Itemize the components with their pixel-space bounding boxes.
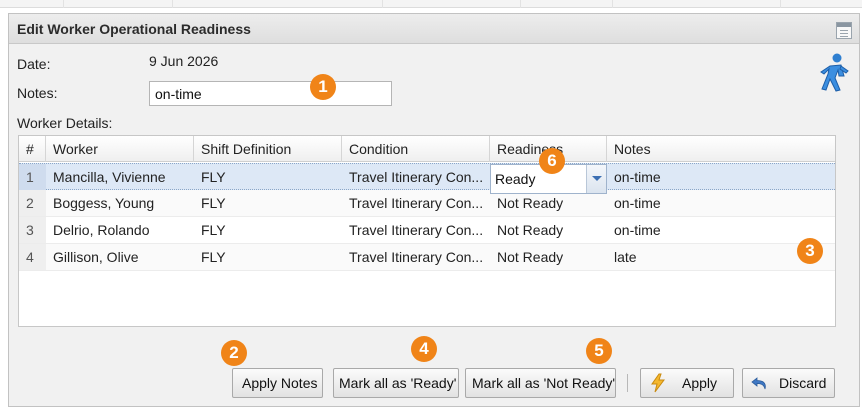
readiness-cell[interactable]: Not Ready (490, 244, 607, 270)
mark-all-not-ready-label: Mark all as 'Not Ready' (472, 375, 616, 391)
readiness-editor-value: Ready (495, 171, 536, 187)
worker-grid: # Worker Shift Definition Condition Read… (18, 135, 836, 327)
apply-button[interactable]: Apply (640, 368, 734, 398)
readiness-cell[interactable]: Not Ready (490, 217, 607, 243)
worker-cell[interactable]: Boggess, Young (46, 190, 194, 216)
row-number: 4 (19, 244, 46, 270)
mark-all-ready-label: Mark all as 'Ready' (339, 375, 457, 391)
table-row[interactable]: 4 Gillison, Olive FLY Travel Itinerary C… (19, 244, 835, 271)
apply-notes-button[interactable]: Apply Notes (232, 368, 323, 398)
top-strip (0, 0, 862, 8)
apply-label: Apply (682, 375, 718, 391)
row-number: 2 (19, 190, 46, 216)
mark-all-not-ready-button[interactable]: Mark all as 'Not Ready' (465, 368, 616, 398)
panel-title: Edit Worker Operational Readiness (17, 21, 251, 37)
notes-input[interactable] (149, 81, 392, 106)
shift-cell[interactable]: FLY (194, 164, 342, 190)
discard-button[interactable]: Discard (742, 368, 835, 398)
shift-cell[interactable]: FLY (194, 244, 342, 270)
annotation-badge: 3 (797, 238, 823, 264)
condition-cell[interactable]: Travel Itinerary Con... (342, 164, 490, 190)
toolbar-separator (627, 374, 628, 392)
shift-cell[interactable]: FLY (194, 217, 342, 243)
column-header-condition[interactable]: Condition (342, 136, 490, 162)
column-header-number[interactable]: # (19, 136, 46, 162)
annotation-badge: 6 (539, 148, 565, 174)
worker-cell[interactable]: Gillison, Olive (46, 244, 194, 270)
worker-cell[interactable]: Mancilla, Vivienne (46, 164, 194, 190)
table-row[interactable]: 2 Boggess, Young FLY Travel Itinerary Co… (19, 190, 835, 217)
grid-header: # Worker Shift Definition Condition Read… (19, 136, 835, 162)
notes-cell[interactable]: on-time (607, 217, 835, 243)
lightning-icon (651, 373, 665, 393)
table-row[interactable]: 1 Mancilla, Vivienne FLY Travel Itinerar… (19, 163, 835, 190)
annotation-badge: 1 (310, 74, 336, 100)
notes-label: Notes: (17, 85, 58, 101)
condition-cell[interactable]: Travel Itinerary Con... (342, 217, 490, 243)
annotation-badge: 5 (586, 338, 612, 364)
date-label: Date: (17, 56, 51, 72)
discard-label: Discard (779, 375, 827, 391)
chevron-down-icon[interactable] (586, 165, 606, 193)
row-number: 1 (19, 164, 46, 190)
worker-cell[interactable]: Delrio, Rolando (46, 217, 194, 243)
notes-cell[interactable]: on-time (607, 164, 835, 190)
condition-cell[interactable]: Travel Itinerary Con... (342, 244, 490, 270)
annotation-badge: 4 (411, 336, 437, 362)
table-row[interactable]: 3 Delrio, Rolando FLY Travel Itinerary C… (19, 217, 835, 244)
column-header-worker[interactable]: Worker (46, 136, 194, 162)
form-icon[interactable] (836, 22, 852, 39)
row-number: 3 (19, 217, 46, 243)
shift-cell[interactable]: FLY (194, 190, 342, 216)
column-header-shift-definition[interactable]: Shift Definition (194, 136, 342, 162)
walking-person-icon[interactable] (817, 52, 853, 92)
worker-details-label: Worker Details: (17, 115, 113, 131)
mark-all-ready-button[interactable]: Mark all as 'Ready' (333, 368, 459, 398)
condition-cell[interactable]: Travel Itinerary Con... (342, 190, 490, 216)
date-value: 9 Jun 2026 (149, 53, 219, 69)
notes-cell[interactable]: on-time (607, 190, 835, 216)
undo-arrow-icon (751, 377, 766, 390)
apply-notes-label: Apply Notes (242, 375, 318, 391)
column-header-notes[interactable]: Notes (607, 136, 835, 162)
panel-header: Edit Worker Operational Readiness (9, 14, 859, 44)
annotation-badge: 2 (221, 340, 247, 366)
